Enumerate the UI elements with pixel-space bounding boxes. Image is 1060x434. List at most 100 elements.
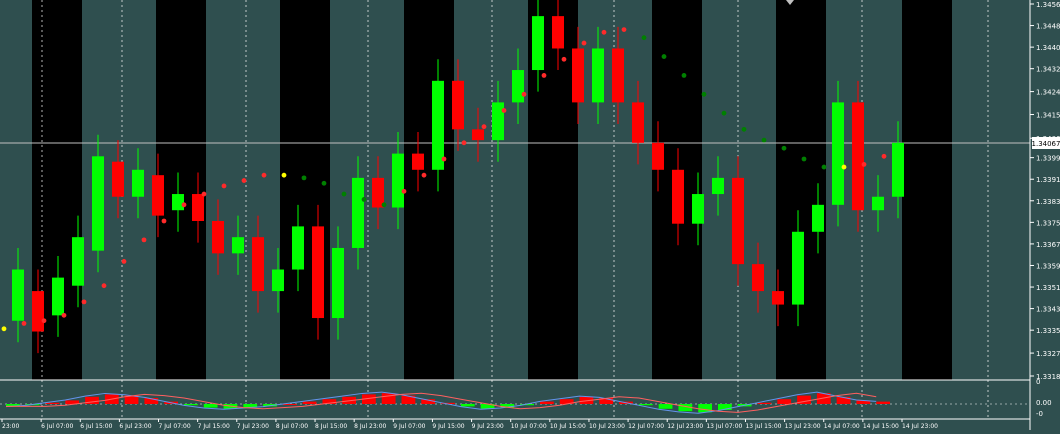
time-tick-label: 13 Jul 15:00 — [745, 423, 781, 430]
ma-point — [321, 180, 327, 186]
time-tick-label: 14 Jul 07:00 — [824, 423, 860, 430]
time-tick-label: 6 Jul 07:00 — [41, 423, 73, 430]
time-tick-label: 10 Jul 07:00 — [511, 423, 547, 430]
ma-point — [61, 312, 67, 318]
candle-body[interactable] — [832, 102, 844, 205]
ma-point — [481, 124, 487, 130]
candle-body[interactable] — [172, 194, 184, 211]
time-tick-label: 9 Jul 15:00 — [432, 423, 464, 430]
candle-body[interactable] — [732, 177, 744, 265]
ma-point — [81, 299, 87, 305]
candle-body[interactable] — [372, 177, 384, 208]
candle-body[interactable] — [612, 48, 624, 103]
candle-body[interactable] — [12, 269, 24, 321]
candle-body[interactable] — [152, 175, 164, 216]
price-tick-label: 1.34155 — [1036, 112, 1060, 120]
oscillator-bar — [203, 404, 218, 408]
candle-body[interactable] — [652, 142, 664, 170]
candle-body[interactable] — [92, 156, 104, 251]
candle-body[interactable] — [592, 48, 604, 103]
candle-body[interactable] — [532, 16, 544, 71]
session-band — [280, 0, 330, 380]
ma-point — [521, 91, 527, 97]
ma-point — [161, 218, 167, 224]
candle-body[interactable] — [452, 80, 464, 130]
oscillator-bar — [777, 399, 792, 404]
time-tick-label: 7 Jul 15:00 — [198, 423, 230, 430]
candle-body[interactable] — [412, 153, 424, 170]
ma-point — [821, 164, 827, 170]
candle-body[interactable] — [772, 291, 784, 305]
time-tick-label: 7 Jul 07:00 — [159, 423, 191, 430]
price-tick-label: 1.33835 — [1036, 198, 1060, 206]
oscillator-bar — [45, 402, 60, 404]
ma-point — [41, 318, 47, 324]
candle-body[interactable] — [72, 237, 84, 286]
ma-point — [141, 237, 147, 243]
time-tick-label: 8 Jul 07:00 — [276, 423, 308, 430]
candle-body[interactable] — [112, 161, 124, 197]
price-tick-label: 1.33995 — [1036, 155, 1060, 163]
time-tick-label: 8 Jul 15:00 — [315, 423, 347, 430]
candlestick-series[interactable] — [12, 0, 904, 354]
oscillator-bar — [757, 402, 772, 404]
ma-point — [281, 172, 287, 178]
candle-body[interactable] — [252, 237, 264, 292]
ma-point — [261, 172, 267, 178]
candle-body[interactable] — [512, 70, 524, 103]
oscillator-bar — [302, 401, 317, 404]
candle-body[interactable] — [852, 102, 864, 211]
candle-body[interactable] — [232, 237, 244, 254]
ma-point — [241, 178, 247, 183]
candle-body[interactable] — [892, 142, 904, 197]
price-tick-label: 1.34565 — [1036, 1, 1060, 9]
candle-body[interactable] — [572, 48, 584, 103]
candle-body[interactable] — [312, 226, 324, 319]
candle-body[interactable] — [712, 177, 724, 195]
time-tick-label: 9 Jul 07:00 — [393, 423, 425, 430]
oscillator-axis: 0 0.00 -0 — [1036, 378, 1052, 418]
oscillator-bar — [184, 404, 198, 406]
time-tick-label: 7 Jul 23:00 — [237, 423, 269, 430]
trading-chart[interactable]: 1.34565 1.34485 1.34405 1.34325 1.34240 1.341… — [0, 0, 1060, 430]
ma-point — [721, 110, 727, 116]
price-tick-label: 1.34405 — [1036, 44, 1060, 52]
time-tick-label: 6 Jul 23:00 — [119, 423, 151, 430]
candle-body[interactable] — [212, 221, 224, 254]
candle-body[interactable] — [552, 16, 564, 49]
price-tick-label: 1.34240 — [1036, 89, 1060, 97]
time-tick-label: 9 Jul 23:00 — [472, 423, 504, 430]
ma-point — [541, 73, 547, 78]
time-tick-label: 14 Jul 23:00 — [902, 423, 938, 430]
candle-body[interactable] — [292, 226, 304, 270]
candle-body[interactable] — [632, 102, 644, 143]
candle-body[interactable] — [472, 129, 484, 141]
candle-body[interactable] — [672, 169, 684, 224]
candle-body[interactable] — [52, 277, 64, 316]
candle-body[interactable] — [432, 80, 444, 170]
price-tick-label: 1.33355 — [1036, 327, 1060, 335]
chart-canvas[interactable]: 1.34565 1.34485 1.34405 1.34325 1.34240 1.341… — [0, 0, 1060, 430]
ma-point — [801, 156, 807, 162]
candle-body[interactable] — [272, 269, 284, 292]
oscillator-tick-label: 0.00 — [1036, 399, 1052, 407]
ma-point — [841, 164, 847, 170]
candle-body[interactable] — [332, 247, 344, 319]
time-tick-label: 23:00 — [2, 423, 19, 430]
candle-body[interactable] — [192, 194, 204, 221]
candle-body[interactable] — [692, 194, 704, 224]
candle-body[interactable] — [352, 177, 364, 248]
candle-body[interactable] — [792, 231, 804, 305]
candle-body[interactable] — [32, 291, 44, 332]
oscillator-bar — [540, 401, 554, 404]
candle-body[interactable] — [752, 264, 764, 292]
price-tick-label: 1.33515 — [1036, 284, 1060, 292]
oscillator-bar — [638, 404, 653, 406]
candle-body[interactable] — [392, 153, 404, 208]
candle-body[interactable] — [132, 169, 144, 197]
time-tick-label: 8 Jul 23:00 — [354, 423, 386, 430]
candle-body[interactable] — [872, 196, 884, 211]
candle-body[interactable] — [492, 102, 504, 141]
candle-body[interactable] — [812, 204, 824, 232]
price-tick-label: 1.33915 — [1036, 176, 1060, 184]
